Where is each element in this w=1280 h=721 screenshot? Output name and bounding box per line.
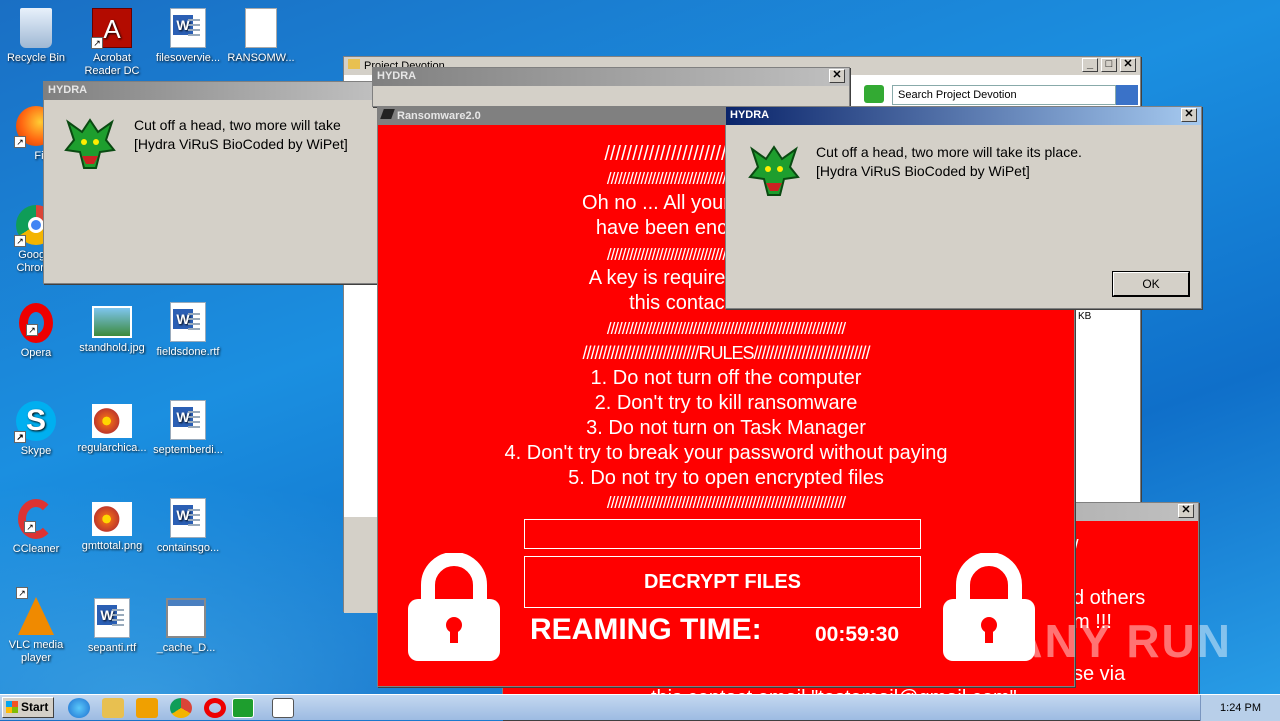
windows-logo-icon (6, 701, 18, 713)
taskbar: Start 1:24 PM (0, 694, 1280, 721)
lock-icon (408, 553, 500, 661)
image-file-icon (92, 306, 132, 338)
word-document-icon (170, 400, 206, 440)
timer-value: 00:59:30 (815, 623, 900, 646)
refresh-icon[interactable] (864, 85, 884, 103)
rule-1: 1. Do not turn off the computer (590, 367, 862, 389)
image-file-icon (92, 404, 132, 438)
hydra-taskbar-icon[interactable] (232, 698, 254, 718)
desktop-icon-sepanti[interactable]: sepanti.rtf (76, 598, 148, 655)
folder-icon (348, 59, 360, 69)
acrobat-icon: A ↗ (91, 8, 132, 49)
desktop-icon-recycle-bin[interactable]: Recycle Bin (0, 8, 72, 65)
desktop-icon-gmttotal[interactable]: gmttotal.png (76, 502, 148, 553)
decrypt-files-button[interactable]: DECRYPT FILES (524, 556, 921, 608)
word-document-icon (94, 598, 130, 638)
rule-5: 5. Do not try to open encrypted files (568, 467, 884, 489)
minimize-button[interactable]: _ (1082, 58, 1098, 72)
rule-2: 2. Don't try to kill ransomware (594, 392, 858, 414)
ok-button[interactable]: OK (1112, 271, 1190, 297)
desktop-icon-filesovervie[interactable]: filesovervie... (152, 8, 224, 65)
opera-icon[interactable] (204, 698, 226, 718)
ccleaner-icon: ↗ (18, 499, 54, 539)
search-icon[interactable] (1116, 85, 1138, 105)
desktop-icon-skype[interactable]: S ↗ Skype (0, 401, 72, 458)
desktop-icon-standhold[interactable]: standhold.jpg (76, 306, 148, 355)
desktop-icon-ccleaner[interactable]: ↗ CCleaner (0, 499, 72, 556)
desktop-icon-containsgo[interactable]: containsgo... (152, 498, 224, 555)
maximize-button[interactable]: □ (1101, 58, 1117, 72)
app-icon (380, 109, 395, 119)
dragon-icon (64, 118, 116, 169)
hydra-titlebar[interactable]: HYDRA ✕ (726, 107, 1201, 125)
chrome-icon[interactable] (170, 698, 192, 718)
media-player-icon[interactable] (136, 698, 158, 718)
hydra-window-2[interactable]: HYDRA ✕ (372, 67, 850, 107)
search-input[interactable]: Search Project Devotion (892, 85, 1116, 105)
close-button[interactable]: ✕ (829, 69, 845, 83)
password-input[interactable] (524, 519, 921, 549)
file-explorer-icon[interactable] (102, 698, 124, 718)
size-column-text: KB (1078, 311, 1092, 322)
hydra-message-line2: [Hydra ViRuS BioCoded by WiPet] (134, 136, 348, 152)
hydra-titlebar[interactable]: HYDRA (44, 82, 377, 100)
desktop-icon-cache[interactable]: _cache_D... (150, 598, 222, 655)
desktop-icon-regularchica[interactable]: regularchica... (76, 404, 148, 455)
vlc-icon: ↗ (16, 587, 54, 635)
desktop-icon-ransomware-file[interactable]: RANSOMW... (225, 8, 297, 65)
rule-4: 4. Don't try to break your password with… (504, 442, 948, 464)
hydra-message-line1: Cut off a head, two more will take its p… (816, 144, 1082, 160)
desktop-icon-fieldsdone[interactable]: fieldsdone.rtf (152, 302, 224, 359)
opera-icon: ↗ (19, 303, 53, 343)
word-document-icon (170, 8, 206, 48)
hydra-titlebar[interactable]: HYDRA ✕ (373, 68, 849, 86)
dragon-icon (748, 145, 800, 196)
hydra-window-1[interactable]: HYDRA Cut off a head, two more will take… (43, 81, 378, 284)
word-document-icon (170, 498, 206, 538)
hydra-message-line1: Cut off a head, two more will take (134, 117, 341, 133)
ransom-back-text-b: d others (1073, 587, 1146, 609)
desktop-icon-opera[interactable]: ↗ Opera (0, 303, 72, 360)
rules-header: /////////////////////////////RULES//////… (582, 343, 870, 363)
hydra-dialog[interactable]: HYDRA ✕ Cut off a head, two more will tak… (725, 106, 1202, 309)
recycle-bin-icon (20, 8, 52, 48)
text-document-icon (245, 8, 277, 48)
rule-3: 3. Do not turn on Task Manager (586, 417, 866, 439)
hydra-message-line2: [Hydra ViRuS BioCoded by WiPet] (816, 163, 1030, 179)
word-document-icon (170, 302, 206, 342)
window-file-icon (166, 598, 206, 638)
start-button[interactable]: Start (2, 697, 54, 718)
skype-icon: S ↗ (14, 401, 56, 443)
internet-explorer-icon[interactable] (68, 698, 90, 718)
ransom-divider: ////////////////////////////////////////… (606, 319, 846, 338)
close-button[interactable]: ✕ (1178, 504, 1194, 518)
timer-label: REAMING TIME: (530, 613, 762, 646)
system-clock[interactable]: 1:24 PM (1200, 695, 1280, 721)
image-file-icon (92, 502, 132, 536)
window-app-icon[interactable] (272, 698, 294, 718)
desktop-icon-vlc[interactable]: ↗ VLC media player (0, 587, 72, 665)
desktop-icon-septemberdi[interactable]: septemberdi... (152, 400, 224, 457)
desktop-icon-acrobat[interactable]: A ↗ Acrobat Reader DC (76, 8, 148, 78)
ransom-divider: ////////////////////////////////////////… (606, 493, 846, 512)
close-button[interactable]: ✕ (1181, 108, 1197, 122)
watermark: ANY RUN (1009, 615, 1232, 667)
close-button[interactable]: ✕ (1120, 58, 1136, 72)
